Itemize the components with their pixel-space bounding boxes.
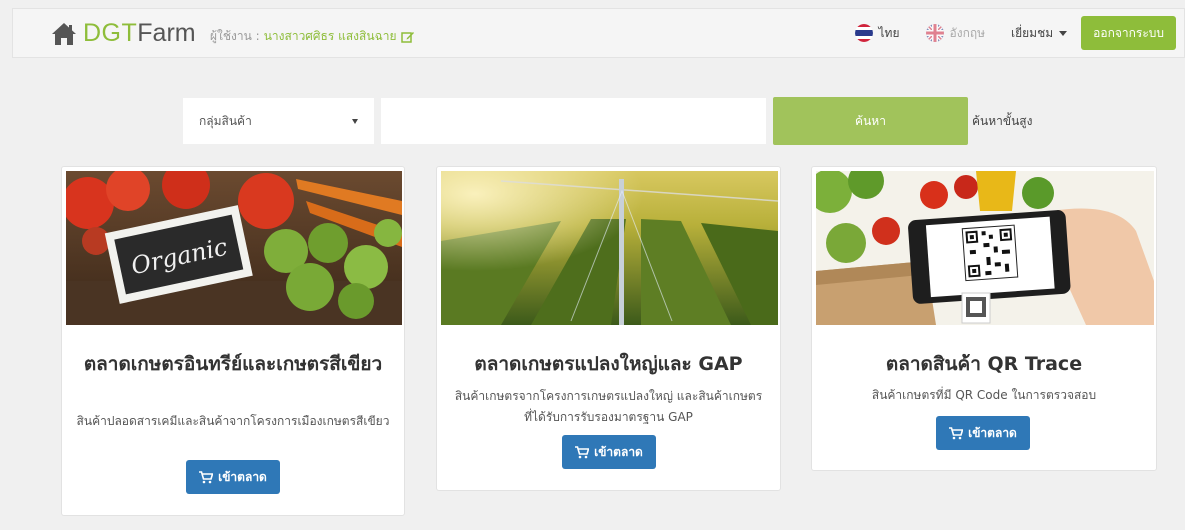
search-bar: กลุ่มสินค้า ค้นหา ค้นหาขั้นสูง [182, 97, 1032, 145]
visitor-dropdown[interactable]: เยี่ยมชม [1011, 24, 1068, 43]
user-info: ผู้ใช้งาน : นางสาวศศิธร แสงสินฉาย [210, 27, 415, 46]
lang-english-label: อังกฤษ [949, 25, 986, 40]
brand-logo[interactable]: DGT Farm [51, 19, 196, 48]
market-card-organic: Organic ตลาดเกษตรอินทรีย์และเกษตรสีเขียว… [61, 166, 405, 516]
logout-button[interactable]: ออกจากระบบ [1081, 16, 1176, 50]
search-input[interactable] [380, 97, 767, 145]
card-description: สินค้าปลอดสารเคมีและสินค้าจากโครงการเมือ… [76, 414, 390, 428]
cart-icon [949, 426, 964, 439]
qr-trace-image [816, 171, 1154, 325]
thai-flag-icon [854, 24, 873, 42]
card-description: สินค้าเกษตรที่มี QR Code ในการตรวจสอบ [871, 388, 1097, 402]
search-button[interactable]: ค้นหา [773, 97, 968, 145]
card-title: ตลาดสินค้า QR Trace [885, 353, 1083, 375]
enter-market-label: เข้าตลาด [968, 425, 1017, 440]
organic-market-image: Organic [66, 171, 402, 325]
advanced-search-link[interactable]: ค้นหาขั้นสูง [972, 112, 1032, 131]
lang-thai-label: ไทย [878, 25, 900, 40]
cart-icon [575, 445, 590, 458]
edit-icon[interactable] [400, 30, 415, 44]
home-icon [52, 22, 76, 45]
market-card-gap: ตลาดเกษตรแปลงใหญ่และ GAP สินค้าเกษตรจากโ… [436, 166, 781, 491]
cart-icon [199, 470, 214, 483]
card-title: ตลาดเกษตรอินทรีย์และเกษตรสีเขียว [83, 353, 383, 375]
navbar: DGT Farm ผู้ใช้งาน : นางสาวศศิธร แสงสินฉา… [12, 8, 1185, 58]
gap-field-image [441, 171, 778, 325]
brand-farm: Farm [137, 19, 196, 47]
enter-market-button[interactable]: เข้าตลาด [936, 416, 1030, 450]
card-title: ตลาดเกษตรแปลงใหญ่และ GAP [474, 353, 743, 375]
enter-market-button[interactable]: เข้าตลาด [186, 460, 280, 494]
enter-market-button[interactable]: เข้าตลาด [562, 435, 656, 469]
card-description: สินค้าเกษตรจากโครงการเกษตรแปลงใหญ่ และสิ… [454, 389, 763, 424]
category-select-value: กลุ่มสินค้า [199, 113, 252, 128]
dropdown-arrow-icon [352, 118, 358, 124]
market-card-qr-trace: ตลาดสินค้า QR Trace สินค้าเกษตรที่มี QR … [811, 166, 1157, 471]
enter-market-label: เข้าตลาด [218, 469, 267, 484]
brand-dgt: DGT [83, 19, 138, 47]
visitor-label: เยี่ยมชม [1011, 25, 1054, 40]
uk-flag-icon [925, 24, 944, 42]
caret-down-icon [1059, 30, 1068, 36]
category-select[interactable]: กลุ่มสินค้า [182, 97, 375, 145]
lang-thai-option[interactable]: ไทย [854, 24, 900, 43]
user-name[interactable]: นางสาวศศิธร แสงสินฉาย [264, 27, 397, 46]
lang-english-option[interactable]: อังกฤษ [925, 24, 986, 43]
user-label: ผู้ใช้งาน : [210, 29, 260, 43]
nav-right: ไทย อังกฤษ เยี่ยมชม ออกจากระบบ [854, 16, 1176, 50]
enter-market-label: เข้าตลาด [594, 444, 643, 459]
